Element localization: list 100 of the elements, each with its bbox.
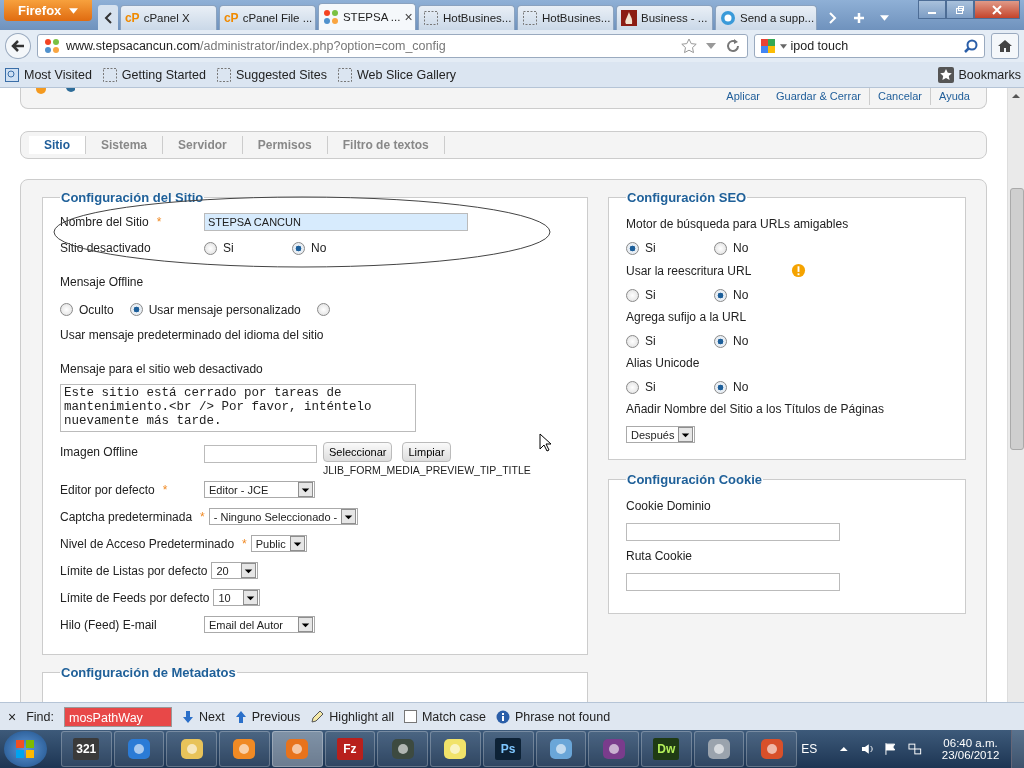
toolbar-link[interactable]: Cancelar bbox=[869, 90, 930, 102]
caret-icon bbox=[289, 536, 305, 551]
field-label: Nombre del Sitio bbox=[60, 215, 149, 229]
dropdown[interactable]: Public bbox=[250, 535, 307, 552]
dropdown[interactable]: Editor - JCE bbox=[204, 481, 315, 498]
blank-page-icon bbox=[422, 10, 439, 26]
toolbar-link[interactable]: Guardar & Cerrar bbox=[768, 90, 869, 102]
taskbar-button[interactable]: 321 bbox=[60, 731, 112, 767]
taskbar-button[interactable] bbox=[166, 731, 218, 767]
action-button[interactable]: Limpiar bbox=[402, 442, 451, 462]
radio-button[interactable] bbox=[129, 303, 143, 316]
section-title: Configuración Cookie bbox=[626, 472, 764, 487]
radio-button[interactable] bbox=[714, 241, 727, 255]
network-icon[interactable] bbox=[908, 742, 922, 756]
taskbar-button[interactable] bbox=[693, 731, 745, 767]
field-label: Límite de Listas por defecto bbox=[60, 563, 208, 578]
taskbar-button[interactable] bbox=[746, 731, 798, 767]
reload-icon[interactable] bbox=[724, 38, 741, 54]
browser-tab[interactable]: HotBusines... bbox=[417, 5, 515, 30]
address-bar[interactable]: www.stepsacancun.com/administrator/index.php?option=com_config bbox=[36, 34, 748, 58]
restore-button[interactable] bbox=[946, 0, 974, 19]
radio-label: Si bbox=[645, 380, 656, 394]
browser-tab[interactable]: Send a supp... bbox=[714, 5, 818, 30]
scrollbar[interactable] bbox=[1007, 88, 1024, 702]
dropdown[interactable]: 20 bbox=[211, 562, 259, 579]
radio-label: No bbox=[733, 288, 749, 302]
volume-icon[interactable] bbox=[860, 742, 875, 756]
bookmark-link[interactable]: Most Visited bbox=[4, 66, 92, 83]
bookmark-link[interactable]: Web Slice Gallery bbox=[337, 66, 457, 83]
browser-tab[interactable]: cP cPanel X bbox=[119, 5, 217, 30]
restore-icon bbox=[955, 4, 965, 15]
text-field[interactable] bbox=[626, 523, 840, 541]
taskbar-button[interactable] bbox=[377, 731, 429, 767]
radio-button[interactable] bbox=[714, 288, 727, 302]
field-label: Editor por defecto bbox=[60, 482, 155, 497]
radio-button[interactable] bbox=[204, 241, 217, 255]
text-field[interactable]: STEPSA CANCUN bbox=[204, 213, 468, 231]
browser-tab[interactable]: HotBusines... bbox=[516, 5, 614, 30]
language-indicator[interactable]: ES bbox=[801, 742, 818, 756]
close-tab-button[interactable]: × bbox=[404, 9, 413, 25]
browser-tab[interactable]: cP cPanel File ... bbox=[218, 5, 316, 30]
radio-button[interactable] bbox=[316, 303, 330, 316]
caret-icon bbox=[69, 7, 79, 14]
taskbar-button[interactable]: Dw bbox=[640, 731, 692, 767]
browser-tab[interactable]: STEPSA ... × bbox=[317, 3, 416, 30]
search-icon[interactable] bbox=[963, 38, 980, 54]
taskbar-button[interactable] bbox=[535, 731, 587, 767]
scrollbar-thumb[interactable] bbox=[1010, 188, 1024, 450]
taskbar-button[interactable] bbox=[219, 731, 270, 767]
start-button[interactable] bbox=[4, 731, 47, 767]
dropdown[interactable]: - Ninguno Seleccionado - bbox=[208, 508, 359, 525]
flame-icon bbox=[620, 10, 637, 26]
action-button[interactable]: Seleccionar bbox=[323, 442, 393, 462]
field-label: Sitio desactivado bbox=[60, 241, 151, 255]
highlight-all-button[interactable]: Highlight all bbox=[310, 709, 394, 724]
close-window-button[interactable] bbox=[974, 0, 1020, 19]
taskbar-button[interactable] bbox=[113, 731, 165, 767]
bookmark-link[interactable]: Suggested Sites bbox=[215, 66, 327, 83]
back-button[interactable] bbox=[5, 33, 31, 59]
find-field[interactable]: mosPathWay bbox=[64, 706, 172, 727]
find-next-button[interactable]: Next bbox=[182, 709, 225, 724]
radio-button[interactable] bbox=[626, 380, 639, 394]
text-area[interactable]: Este sitio está cerrado por tareas de mantenimiento.<br /> Por favor, inténtelo nuevamente más tarde. bbox=[60, 384, 416, 432]
search-field[interactable]: ipod touch bbox=[753, 34, 986, 58]
scroll-left-button[interactable] bbox=[98, 5, 118, 30]
blank-page-icon bbox=[337, 66, 353, 83]
settings-tab[interactable]: Sitio bbox=[29, 136, 86, 154]
radio-label: Si bbox=[645, 241, 656, 255]
dropdown[interactable]: Email del Autor bbox=[204, 616, 315, 633]
taskbar-button[interactable]: Fz bbox=[324, 731, 376, 767]
minimize-button[interactable] bbox=[918, 0, 946, 19]
joomla-icon bbox=[43, 38, 60, 54]
radio-button[interactable] bbox=[626, 288, 639, 302]
taskbar-button[interactable] bbox=[430, 731, 481, 767]
radio-button[interactable] bbox=[626, 334, 639, 348]
radio-button[interactable] bbox=[714, 380, 727, 394]
radio-button[interactable] bbox=[714, 334, 727, 348]
taskbar-button[interactable]: Ps bbox=[482, 731, 534, 767]
taskbar-button[interactable] bbox=[271, 731, 323, 767]
star-icon[interactable] bbox=[680, 38, 697, 54]
text-field[interactable] bbox=[626, 573, 840, 591]
toolbar-link[interactable]: Ayuda bbox=[931, 90, 978, 102]
required-marker: * bbox=[200, 509, 205, 524]
bookmark-link[interactable]: Getting Started bbox=[101, 66, 206, 83]
text-field[interactable] bbox=[204, 445, 317, 463]
dropdown[interactable]: Después bbox=[626, 426, 696, 443]
find-previous-button[interactable]: Previous bbox=[234, 709, 301, 724]
taskbar-button[interactable] bbox=[588, 731, 639, 767]
clock[interactable]: 06:40 a.m. 23/06/2012 bbox=[941, 737, 1000, 761]
radio-button[interactable] bbox=[60, 303, 73, 316]
browser-tab[interactable]: Business - ... bbox=[615, 5, 713, 30]
bookmarks-menu-button[interactable]: Bookmarks bbox=[938, 66, 1021, 83]
radio-button[interactable] bbox=[626, 241, 639, 255]
checkbox[interactable] bbox=[403, 710, 417, 723]
radio-button[interactable] bbox=[292, 241, 305, 255]
close-find-button[interactable]: × bbox=[8, 708, 17, 725]
toolbar-link[interactable]: Aplicar bbox=[718, 90, 768, 102]
radio-label: Usar mensaje personalizado bbox=[148, 302, 301, 319]
dropdown[interactable]: 10 bbox=[213, 589, 261, 606]
home-button[interactable] bbox=[991, 33, 1019, 59]
